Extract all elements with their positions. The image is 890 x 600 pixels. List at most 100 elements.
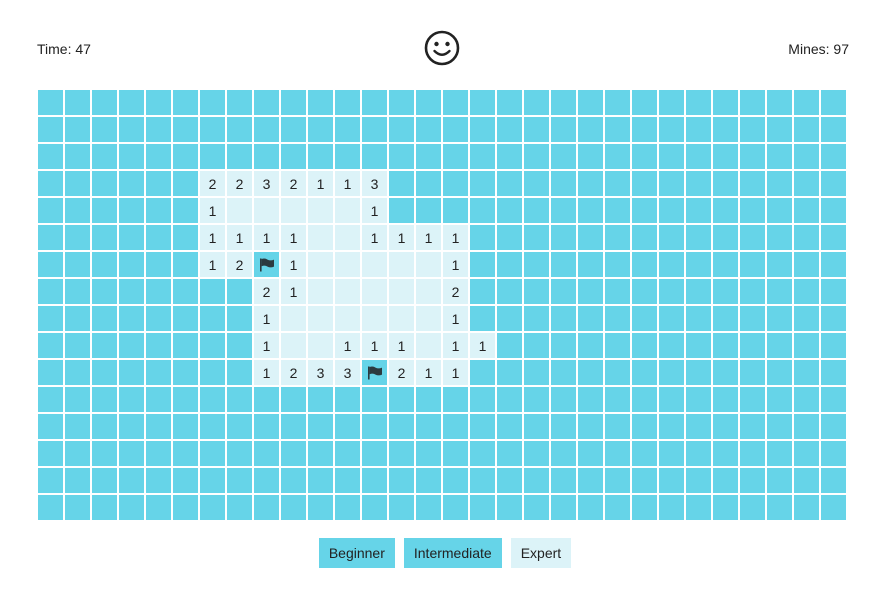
- hidden-cell[interactable]: [551, 252, 576, 277]
- hidden-cell[interactable]: [821, 171, 846, 196]
- hidden-cell[interactable]: [740, 414, 765, 439]
- hidden-cell[interactable]: [686, 306, 711, 331]
- hidden-cell[interactable]: [92, 198, 117, 223]
- revealed-cell[interactable]: [362, 279, 387, 304]
- hidden-cell[interactable]: [146, 252, 171, 277]
- hidden-cell[interactable]: [308, 495, 333, 520]
- hidden-cell[interactable]: [497, 252, 522, 277]
- hidden-cell[interactable]: [200, 468, 225, 493]
- hidden-cell[interactable]: [497, 333, 522, 358]
- number-cell[interactable]: 2: [200, 171, 225, 196]
- hidden-cell[interactable]: [659, 252, 684, 277]
- hidden-cell[interactable]: [227, 495, 252, 520]
- hidden-cell[interactable]: [335, 144, 360, 169]
- hidden-cell[interactable]: [119, 414, 144, 439]
- hidden-cell[interactable]: [767, 387, 792, 412]
- hidden-cell[interactable]: [389, 171, 414, 196]
- hidden-cell[interactable]: [794, 198, 819, 223]
- hidden-cell[interactable]: [389, 495, 414, 520]
- hidden-cell[interactable]: [416, 387, 441, 412]
- hidden-cell[interactable]: [38, 225, 63, 250]
- hidden-cell[interactable]: [281, 468, 306, 493]
- hidden-cell[interactable]: [821, 279, 846, 304]
- hidden-cell[interactable]: [767, 468, 792, 493]
- hidden-cell[interactable]: [38, 90, 63, 115]
- hidden-cell[interactable]: [713, 333, 738, 358]
- expert-button[interactable]: Expert: [510, 538, 572, 568]
- hidden-cell[interactable]: [794, 414, 819, 439]
- hidden-cell[interactable]: [578, 225, 603, 250]
- hidden-cell[interactable]: [416, 171, 441, 196]
- hidden-cell[interactable]: [524, 414, 549, 439]
- hidden-cell[interactable]: [470, 306, 495, 331]
- hidden-cell[interactable]: [389, 441, 414, 466]
- number-cell[interactable]: 2: [281, 360, 306, 385]
- hidden-cell[interactable]: [740, 387, 765, 412]
- hidden-cell[interactable]: [335, 441, 360, 466]
- hidden-cell[interactable]: [146, 468, 171, 493]
- hidden-cell[interactable]: [200, 144, 225, 169]
- hidden-cell[interactable]: [740, 333, 765, 358]
- hidden-cell[interactable]: [119, 279, 144, 304]
- hidden-cell[interactable]: [659, 171, 684, 196]
- hidden-cell[interactable]: [416, 468, 441, 493]
- number-cell[interactable]: 1: [443, 333, 468, 358]
- hidden-cell[interactable]: [632, 90, 657, 115]
- hidden-cell[interactable]: [632, 198, 657, 223]
- hidden-cell[interactable]: [821, 198, 846, 223]
- hidden-cell[interactable]: [605, 198, 630, 223]
- hidden-cell[interactable]: [65, 495, 90, 520]
- hidden-cell[interactable]: [497, 90, 522, 115]
- revealed-cell[interactable]: [362, 306, 387, 331]
- hidden-cell[interactable]: [659, 225, 684, 250]
- hidden-cell[interactable]: [119, 495, 144, 520]
- hidden-cell[interactable]: [443, 495, 468, 520]
- hidden-cell[interactable]: [119, 144, 144, 169]
- hidden-cell[interactable]: [362, 90, 387, 115]
- hidden-cell[interactable]: [821, 225, 846, 250]
- number-cell[interactable]: 3: [308, 360, 333, 385]
- hidden-cell[interactable]: [497, 279, 522, 304]
- hidden-cell[interactable]: [605, 495, 630, 520]
- hidden-cell[interactable]: [146, 117, 171, 142]
- hidden-cell[interactable]: [713, 117, 738, 142]
- hidden-cell[interactable]: [200, 117, 225, 142]
- hidden-cell[interactable]: [767, 90, 792, 115]
- hidden-cell[interactable]: [578, 198, 603, 223]
- hidden-cell[interactable]: [767, 117, 792, 142]
- hidden-cell[interactable]: [173, 387, 198, 412]
- hidden-cell[interactable]: [470, 495, 495, 520]
- hidden-cell[interactable]: [740, 468, 765, 493]
- hidden-cell[interactable]: [659, 360, 684, 385]
- hidden-cell[interactable]: [794, 360, 819, 385]
- hidden-cell[interactable]: [578, 333, 603, 358]
- hidden-cell[interactable]: [713, 441, 738, 466]
- revealed-cell[interactable]: [416, 333, 441, 358]
- hidden-cell[interactable]: [524, 90, 549, 115]
- hidden-cell[interactable]: [632, 441, 657, 466]
- hidden-cell[interactable]: [416, 90, 441, 115]
- hidden-cell[interactable]: [92, 144, 117, 169]
- hidden-cell[interactable]: [281, 495, 306, 520]
- hidden-cell[interactable]: [686, 468, 711, 493]
- hidden-cell[interactable]: [38, 414, 63, 439]
- hidden-cell[interactable]: [497, 414, 522, 439]
- hidden-cell[interactable]: [578, 387, 603, 412]
- hidden-cell[interactable]: [470, 414, 495, 439]
- hidden-cell[interactable]: [632, 225, 657, 250]
- hidden-cell[interactable]: [767, 144, 792, 169]
- hidden-cell[interactable]: [38, 468, 63, 493]
- hidden-cell[interactable]: [443, 90, 468, 115]
- hidden-cell[interactable]: [146, 198, 171, 223]
- hidden-cell[interactable]: [659, 495, 684, 520]
- hidden-cell[interactable]: [713, 306, 738, 331]
- revealed-cell[interactable]: [416, 252, 441, 277]
- hidden-cell[interactable]: [578, 171, 603, 196]
- hidden-cell[interactable]: [605, 225, 630, 250]
- revealed-cell[interactable]: [308, 225, 333, 250]
- hidden-cell[interactable]: [686, 333, 711, 358]
- number-cell[interactable]: 2: [389, 360, 414, 385]
- hidden-cell[interactable]: [470, 225, 495, 250]
- hidden-cell[interactable]: [443, 387, 468, 412]
- hidden-cell[interactable]: [632, 306, 657, 331]
